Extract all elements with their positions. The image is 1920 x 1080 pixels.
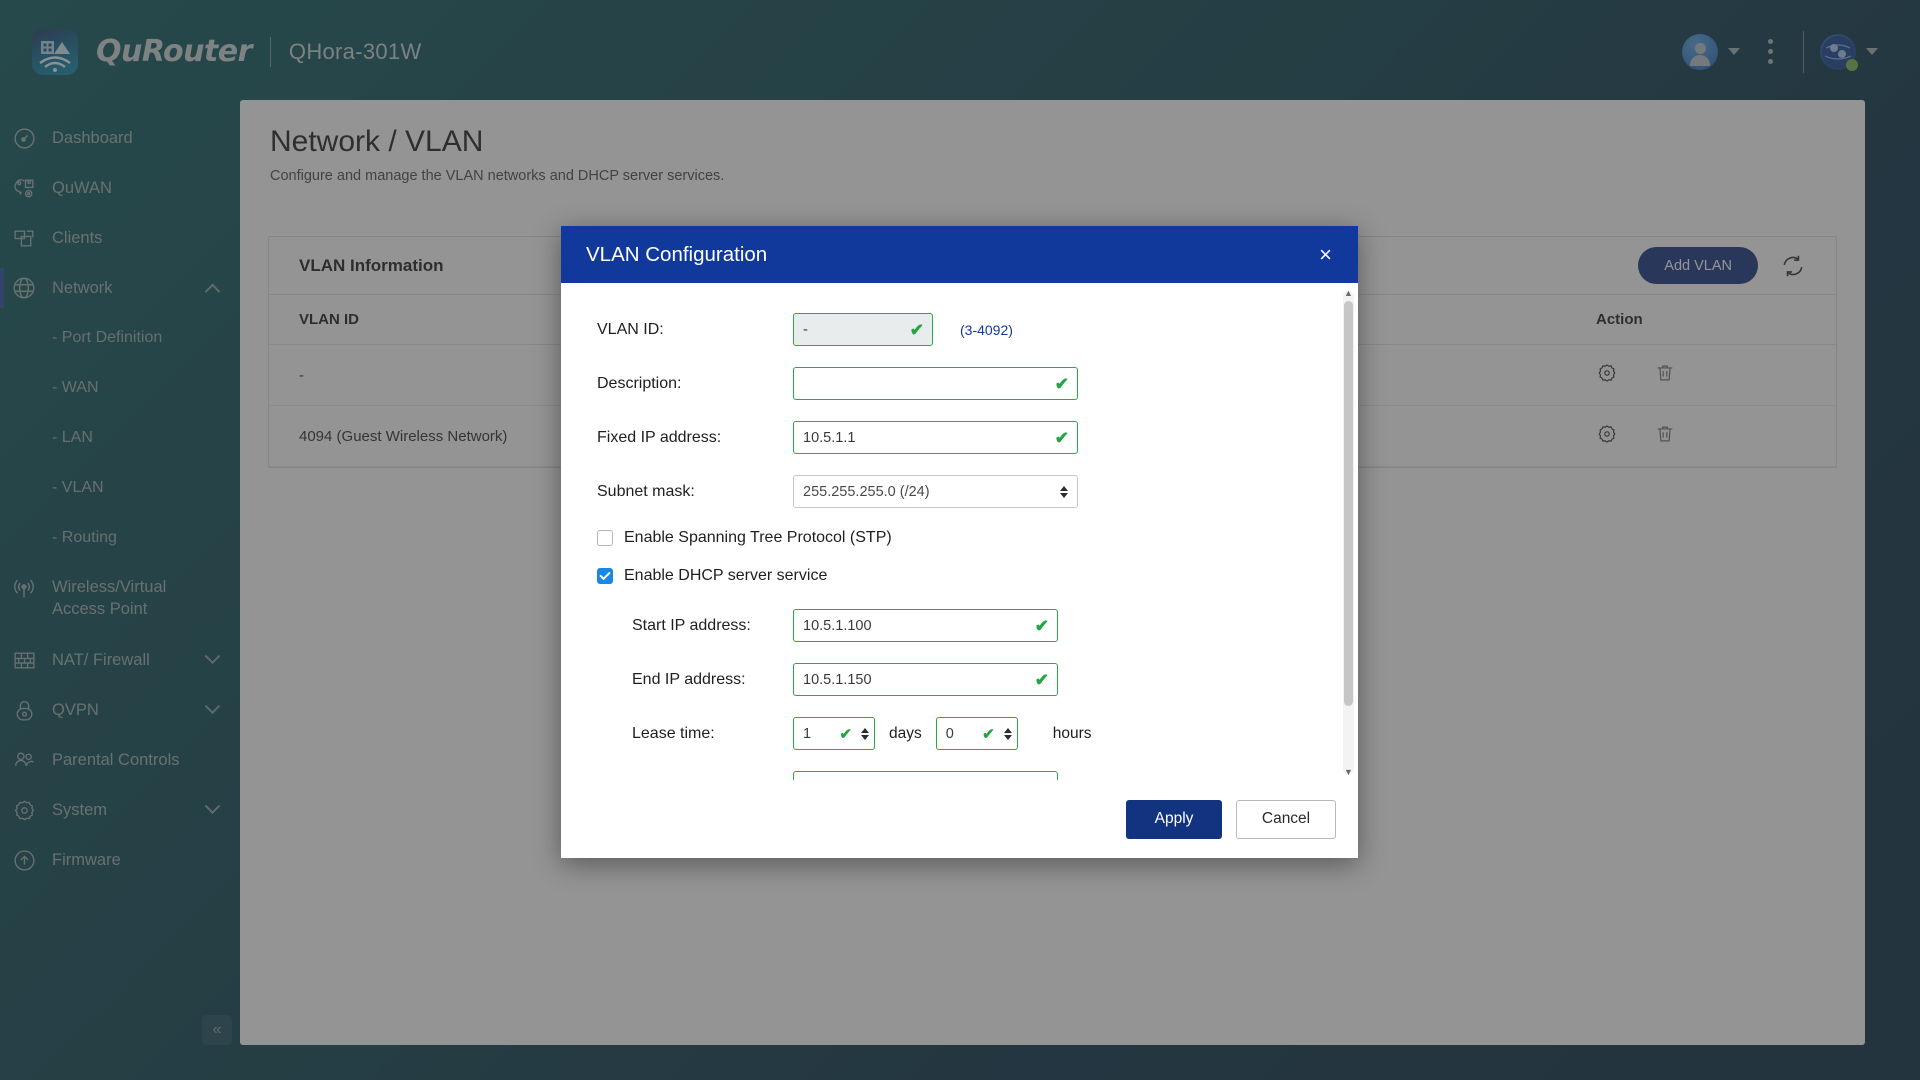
lease-days-unit-label: days — [889, 725, 922, 743]
field-row-vlan-id: VLAN ID: - ✔ (3-4092) — [597, 313, 1322, 346]
lease-hours-unit-label: hours — [1053, 725, 1092, 743]
stepper-arrows-icon — [1060, 486, 1068, 498]
cancel-button[interactable]: Cancel — [1236, 800, 1336, 839]
dialog-header: VLAN Configuration × — [561, 226, 1358, 283]
start-ip-label: Start IP address: — [597, 617, 793, 635]
lease-time-label: Lease time: — [597, 725, 793, 743]
vlan-id-input[interactable]: - ✔ — [793, 313, 933, 346]
valid-check-icon: ✔ — [1035, 779, 1049, 780]
valid-check-icon: ✔ — [982, 725, 995, 743]
end-ip-label: End IP address: — [597, 671, 793, 689]
scroll-up-arrow-icon[interactable]: ▲ — [1343, 287, 1354, 299]
apply-button[interactable]: Apply — [1126, 800, 1222, 839]
vlan-configuration-dialog: VLAN Configuration × VLAN ID: - ✔ (3-409… — [561, 226, 1358, 858]
vlan-id-label: VLAN ID: — [597, 321, 793, 339]
fixed-ip-label: Fixed IP address: — [597, 429, 793, 447]
vlan-id-range-hint: (3-4092) — [960, 322, 1013, 338]
stepper-arrows-icon[interactable] — [861, 728, 869, 740]
subnet-mask-label: Subnet mask: — [597, 483, 793, 501]
end-ip-input[interactable]: 10.5.1.150 ✔ — [793, 663, 1058, 696]
start-ip-input[interactable]: 10.5.1.100 ✔ — [793, 609, 1058, 642]
vlan-id-value: - — [803, 322, 808, 338]
subnet-mask-select[interactable]: 255.255.255.0 (/24) — [793, 475, 1078, 508]
lease-hours-input[interactable]: 0 ✔ — [936, 717, 1018, 750]
dhcp-checkbox[interactable] — [597, 568, 613, 584]
close-icon[interactable]: × — [1311, 240, 1340, 270]
field-row-start-ip: Start IP address: 10.5.1.100 ✔ — [597, 609, 1322, 642]
dns-server-label: DNS server: — [597, 779, 793, 781]
valid-check-icon: ✔ — [1055, 375, 1069, 392]
fixed-ip-input[interactable]: 10.5.1.1 ✔ — [793, 421, 1078, 454]
dialog-footer: Apply Cancel — [561, 780, 1358, 858]
stp-checkbox-row[interactable]: Enable Spanning Tree Protocol (STP) — [597, 529, 1322, 547]
start-ip-value: 10.5.1.100 — [803, 618, 872, 634]
field-row-fixed-ip: Fixed IP address: 10.5.1.1 ✔ — [597, 421, 1322, 454]
stp-label: Enable Spanning Tree Protocol (STP) — [624, 529, 892, 547]
end-ip-value: 10.5.1.150 — [803, 672, 872, 688]
lease-hours-value: 0 — [946, 726, 954, 742]
scrollbar-thumb[interactable] — [1344, 301, 1353, 706]
dialog-title: VLAN Configuration — [586, 243, 767, 267]
description-input[interactable]: ✔ — [793, 367, 1078, 400]
field-row-dns-server: DNS server: 10.5.1.1 ✔ — [597, 771, 1322, 780]
dhcp-label: Enable DHCP server service — [624, 567, 827, 585]
lease-days-value: 1 — [803, 726, 811, 742]
dns-server-input[interactable]: 10.5.1.1 ✔ — [793, 771, 1058, 780]
valid-check-icon: ✔ — [839, 725, 852, 743]
field-row-subnet-mask: Subnet mask: 255.255.255.0 (/24) — [597, 475, 1322, 508]
subnet-mask-value: 255.255.255.0 (/24) — [803, 484, 930, 500]
dialog-scroll-area: VLAN ID: - ✔ (3-4092) Description: ✔ Fix… — [561, 313, 1358, 780]
field-row-end-ip: End IP address: 10.5.1.150 ✔ — [597, 663, 1322, 696]
valid-check-icon: ✔ — [1035, 617, 1049, 634]
valid-check-icon: ✔ — [1035, 671, 1049, 688]
dns-server-value: 10.5.1.1 — [803, 780, 855, 781]
dialog-scrollbar[interactable]: ▲ ▼ — [1343, 291, 1354, 774]
dhcp-checkbox-row[interactable]: Enable DHCP server service — [597, 567, 1322, 585]
stp-checkbox[interactable] — [597, 530, 613, 546]
description-label: Description: — [597, 375, 793, 393]
valid-check-icon: ✔ — [1055, 429, 1069, 446]
fixed-ip-value: 10.5.1.1 — [803, 430, 855, 446]
field-row-description: Description: ✔ — [597, 367, 1322, 400]
lease-days-input[interactable]: 1 ✔ — [793, 717, 875, 750]
scroll-down-arrow-icon[interactable]: ▼ — [1343, 766, 1354, 778]
dialog-body: VLAN ID: - ✔ (3-4092) Description: ✔ Fix… — [561, 283, 1358, 780]
valid-check-icon: ✔ — [910, 321, 924, 338]
field-row-lease-time: Lease time: 1 ✔ days 0 ✔ hours — [597, 717, 1322, 750]
stepper-arrows-icon[interactable] — [1004, 728, 1012, 740]
